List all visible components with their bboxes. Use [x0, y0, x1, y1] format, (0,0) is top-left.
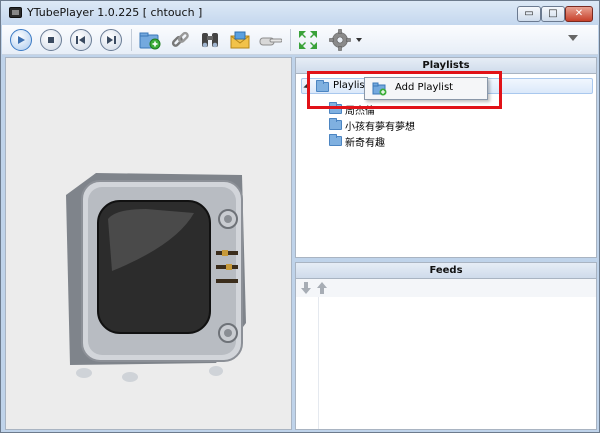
share-button[interactable] — [258, 28, 282, 52]
add-folder-button[interactable] — [138, 28, 162, 52]
stop-button[interactable] — [39, 28, 63, 52]
next-button[interactable] — [99, 28, 123, 52]
playlist-item[interactable]: 小孩有夢有夢想 — [326, 118, 526, 133]
window-menu-chevron-icon[interactable] — [568, 35, 578, 41]
envelope-icon — [230, 31, 250, 49]
video-panel[interactable] — [5, 57, 292, 430]
add-playlist-icon — [372, 82, 387, 96]
title-bar[interactable]: YTubePlayer 1.0.225 [ chtouch ] ▭ □ ✕ — [1, 1, 599, 25]
chevron-down-icon — [356, 38, 362, 42]
mail-button[interactable] — [228, 28, 252, 52]
feeds-divider — [318, 297, 319, 429]
arrow-up-icon[interactable] — [316, 281, 328, 295]
folder-icon — [329, 118, 342, 130]
window-title: YTubePlayer 1.0.225 [ chtouch ] — [27, 6, 203, 19]
folder-add-icon — [139, 32, 161, 50]
stop-icon — [48, 37, 54, 43]
folder-icon — [316, 80, 329, 92]
previous-icon — [76, 36, 85, 44]
close-button[interactable]: ✕ — [565, 6, 593, 22]
previous-button[interactable] — [69, 28, 93, 52]
context-menu: Add Playlist — [364, 77, 488, 100]
link-button[interactable] — [168, 28, 192, 52]
play-button[interactable] — [9, 28, 33, 52]
feeds-list[interactable] — [296, 297, 596, 429]
feeds-header: Feeds — [296, 263, 596, 279]
playlist-item[interactable]: 周杰倫 — [326, 102, 526, 117]
tv-placeholder-icon — [66, 173, 246, 382]
gear-icon — [329, 29, 351, 51]
maximize-button[interactable]: □ — [541, 6, 565, 22]
add-playlist-menu-item[interactable]: Add Playlist — [367, 80, 485, 97]
app-icon — [9, 7, 22, 18]
add-playlist-label: Add Playlist — [395, 82, 454, 93]
settings-button[interactable] — [328, 28, 352, 52]
settings-dropdown[interactable] — [354, 28, 364, 52]
collapse-arrow-icon[interactable] — [303, 81, 313, 92]
arrow-down-icon[interactable] — [300, 281, 312, 295]
playlist-item[interactable]: 新奇有趣 — [326, 134, 526, 149]
link-icon — [171, 31, 189, 47]
next-icon — [107, 36, 116, 44]
search-button[interactable] — [198, 28, 222, 52]
folder-icon — [329, 102, 342, 114]
expand-arrows-icon — [299, 31, 317, 49]
hand-pointing-icon — [259, 37, 282, 46]
app-window: YTubePlayer 1.0.225 [ chtouch ] ▭ □ ✕ Pl… — [0, 0, 600, 433]
feeds-panel: Feeds — [295, 262, 597, 430]
play-icon — [18, 36, 25, 44]
feeds-toolbar — [296, 279, 596, 297]
playlists-header: Playlists — [296, 58, 596, 74]
folder-icon — [329, 134, 342, 146]
toolbar — [2, 25, 598, 55]
playlist-item-label: 小孩有夢有夢想 — [345, 122, 415, 133]
minimize-button[interactable]: ▭ — [517, 6, 541, 22]
fullscreen-button[interactable] — [296, 28, 320, 52]
playlist-item-label: 周杰倫 — [345, 106, 375, 117]
playlist-item-label: 新奇有趣 — [345, 138, 385, 149]
binoculars-icon — [202, 33, 218, 48]
